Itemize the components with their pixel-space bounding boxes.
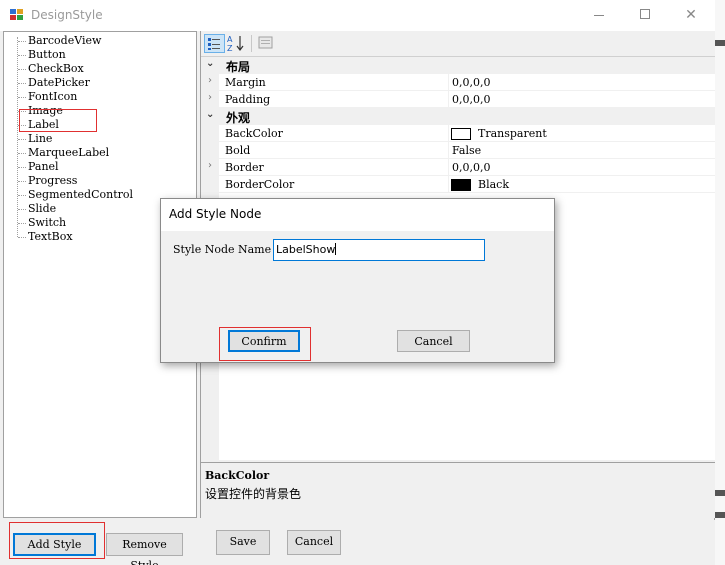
tree-item-barcodeview[interactable]: BarcodeView bbox=[28, 34, 101, 48]
background-window-edge bbox=[715, 0, 725, 565]
property-pages-icon bbox=[258, 36, 273, 49]
property-name: Padding bbox=[225, 93, 271, 106]
expand-chevron-icon[interactable]: › bbox=[208, 75, 212, 86]
property-value[interactable]: 0,0,0,0 bbox=[452, 76, 490, 89]
tree-item-marqueelabel[interactable]: MarqueeLabel bbox=[28, 146, 109, 160]
property-row-padding[interactable]: › Padding 0,0,0,0 bbox=[201, 91, 716, 108]
categorized-icon bbox=[208, 38, 220, 50]
tree-connector bbox=[18, 209, 26, 210]
expand-chevron-icon[interactable]: › bbox=[208, 160, 212, 171]
tree-connector-line bbox=[17, 37, 18, 237]
tree-connector bbox=[18, 97, 26, 98]
tree-item-progress[interactable]: Progress bbox=[28, 174, 77, 188]
background-mark bbox=[715, 490, 725, 496]
tree-item-switch[interactable]: Switch bbox=[28, 216, 66, 230]
background-mark bbox=[715, 512, 725, 518]
tree-connector bbox=[18, 41, 26, 42]
minimize-button[interactable] bbox=[586, 5, 612, 25]
tree-connector bbox=[18, 55, 26, 56]
property-row-margin[interactable]: › Margin 0,0,0,0 bbox=[201, 74, 716, 91]
svg-text:Z: Z bbox=[227, 44, 233, 53]
tree-item-button[interactable]: Button bbox=[28, 48, 66, 62]
category-layout[interactable]: ⌄ 布局 bbox=[201, 57, 716, 74]
tree-connector bbox=[18, 237, 26, 238]
tree-connector bbox=[18, 139, 26, 140]
maximize-icon bbox=[640, 9, 650, 19]
property-pages-button[interactable] bbox=[256, 34, 277, 53]
tree-connector bbox=[18, 181, 26, 182]
toolbar-separator bbox=[251, 35, 252, 52]
tree-connector bbox=[18, 69, 26, 70]
svg-text:A: A bbox=[227, 35, 233, 44]
color-swatch bbox=[451, 128, 471, 140]
close-button[interactable]: ✕ bbox=[678, 5, 704, 25]
property-toolbar: A Z bbox=[201, 31, 716, 56]
property-name: Border bbox=[225, 161, 264, 174]
collapse-chevron-icon[interactable]: ⌄ bbox=[206, 58, 214, 69]
tree-item-datepicker[interactable]: DatePicker bbox=[28, 76, 90, 90]
tree-item-segmentedcontrol[interactable]: SegmentedControl bbox=[28, 188, 133, 202]
property-description: BackColor 设置控件的背景色 bbox=[201, 462, 716, 518]
maximize-button[interactable] bbox=[632, 5, 658, 25]
description-text: 设置控件的背景色 bbox=[205, 487, 302, 501]
title-bar[interactable]: DesignStyle ✕ bbox=[0, 0, 715, 31]
tree-item-slide[interactable]: Slide bbox=[28, 202, 56, 216]
dialog-title-bar[interactable]: Add Style Node bbox=[161, 199, 554, 231]
categorized-view-button[interactable] bbox=[204, 34, 225, 53]
remove-style-button[interactable]: Remove Style bbox=[106, 533, 183, 565]
property-row-backcolor[interactable]: BackColor Transparent bbox=[201, 125, 716, 142]
confirm-highlight bbox=[219, 327, 311, 361]
tree-item-checkbox[interactable]: CheckBox bbox=[28, 62, 84, 76]
category-label: 布局 bbox=[226, 60, 251, 74]
tree-item-line[interactable]: Line bbox=[28, 132, 52, 146]
alphabetical-sort-icon: A Z bbox=[227, 35, 244, 53]
tree-connector bbox=[18, 167, 26, 168]
property-row-border[interactable]: › Border 0,0,0,0 bbox=[201, 159, 716, 176]
tree-item-fonticon[interactable]: FontIcon bbox=[28, 90, 77, 104]
close-icon: ✕ bbox=[685, 7, 697, 23]
add-style-highlight bbox=[9, 522, 105, 559]
text-caret bbox=[335, 243, 337, 255]
property-value[interactable]: False bbox=[452, 144, 481, 157]
selected-item-highlight bbox=[19, 109, 97, 132]
description-title: BackColor bbox=[205, 469, 270, 482]
style-node-name-input[interactable]: LabelShow bbox=[273, 239, 485, 261]
tree-connector bbox=[18, 195, 26, 196]
dialog-cancel-button[interactable]: Cancel bbox=[397, 330, 470, 352]
property-row-bordercolor[interactable]: BorderColor Black bbox=[201, 176, 716, 193]
property-value[interactable]: 0,0,0,0 bbox=[452, 161, 490, 174]
property-row-bold[interactable]: Bold False bbox=[201, 142, 716, 159]
style-node-name-label: Style Node Name bbox=[173, 243, 272, 256]
tree-item-textbox[interactable]: TextBox bbox=[28, 230, 73, 244]
category-appearance[interactable]: ⌄ 外观 bbox=[201, 108, 716, 125]
expand-chevron-icon[interactable]: › bbox=[208, 92, 212, 103]
minimize-icon bbox=[594, 15, 604, 16]
dialog-title: Add Style Node bbox=[169, 207, 262, 221]
color-swatch bbox=[451, 179, 471, 191]
property-name: Margin bbox=[225, 76, 266, 89]
property-name: BorderColor bbox=[225, 178, 295, 191]
property-name: BackColor bbox=[225, 127, 283, 140]
cancel-button[interactable]: Cancel bbox=[287, 530, 341, 555]
property-value[interactable]: Transparent bbox=[478, 127, 547, 140]
tree-item-panel[interactable]: Panel bbox=[28, 160, 59, 174]
tree-connector bbox=[18, 153, 26, 154]
save-button[interactable]: Save bbox=[216, 530, 270, 555]
add-style-node-dialog: Add Style Node Style Node Name LabelShow… bbox=[160, 198, 555, 363]
alphabetical-view-button[interactable]: A Z bbox=[226, 34, 247, 53]
tree-connector bbox=[18, 83, 26, 84]
property-value[interactable]: Black bbox=[478, 178, 509, 191]
category-label: 外观 bbox=[226, 111, 251, 125]
property-name: Bold bbox=[225, 144, 251, 157]
property-value[interactable]: 0,0,0,0 bbox=[452, 93, 490, 106]
background-mark bbox=[715, 40, 725, 46]
tree-connector bbox=[18, 223, 26, 224]
window-title: DesignStyle bbox=[31, 8, 103, 22]
input-value: LabelShow bbox=[276, 243, 336, 256]
bottom-button-bar: Add Style Remove Style Save Cancel bbox=[0, 520, 715, 565]
app-grid-icon bbox=[10, 9, 24, 21]
collapse-chevron-icon[interactable]: ⌄ bbox=[206, 109, 214, 120]
